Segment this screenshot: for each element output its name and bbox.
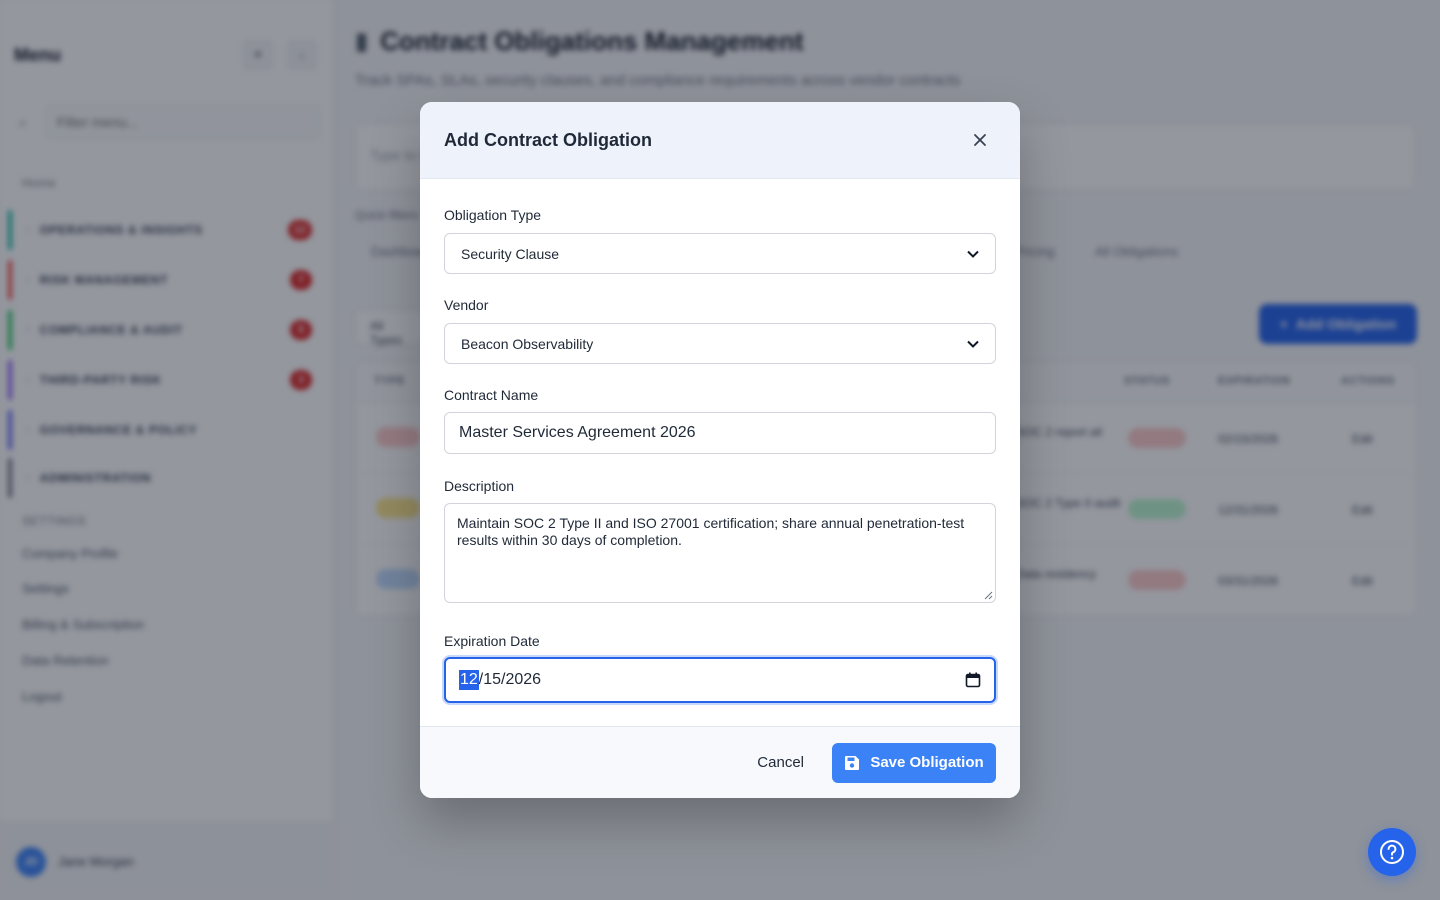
modal-header: Add Contract Obligation bbox=[420, 102, 1020, 179]
modal-body: Obligation Type Security Clause Vendor B… bbox=[420, 179, 1020, 726]
close-button[interactable] bbox=[964, 124, 996, 156]
vendor-label: Vendor bbox=[444, 297, 489, 313]
obligation-type-select[interactable]: Security Clause bbox=[444, 233, 996, 274]
close-icon bbox=[974, 134, 986, 146]
description-label: Description bbox=[444, 478, 515, 494]
save-icon bbox=[845, 755, 860, 770]
chevron-down-icon bbox=[967, 340, 979, 348]
contract-name-label: Contract Name bbox=[444, 387, 539, 403]
expiration-date-label: Expiration Date bbox=[444, 633, 540, 649]
expiration-date-input[interactable]: 12/15/2026 bbox=[444, 657, 996, 703]
resize-grip-icon[interactable] bbox=[984, 591, 993, 600]
obligation-type-label: Obligation Type bbox=[444, 207, 542, 223]
save-obligation-button[interactable]: Save Obligation bbox=[832, 742, 996, 783]
help-icon bbox=[1380, 840, 1404, 864]
chevron-down-icon bbox=[967, 250, 979, 258]
modal-title: Add Contract Obligation bbox=[444, 129, 652, 150]
help-button[interactable] bbox=[1368, 828, 1416, 876]
calendar-icon[interactable] bbox=[965, 672, 981, 688]
description-textarea[interactable]: Maintain SOC 2 Type II and ISO 27001 cer… bbox=[444, 503, 996, 603]
modal-footer: Cancel Save Obligation bbox=[420, 726, 1020, 798]
contract-name-input[interactable]: Master Services Agreement 2026 bbox=[444, 412, 996, 454]
cancel-button[interactable]: Cancel bbox=[757, 754, 804, 771]
vendor-select[interactable]: Beacon Observability bbox=[444, 323, 996, 364]
date-rest-segment[interactable]: /15/2026 bbox=[479, 671, 541, 689]
add-obligation-modal: Add Contract Obligation Obligation Type … bbox=[420, 102, 1020, 798]
date-month-segment[interactable]: 12 bbox=[459, 670, 479, 690]
